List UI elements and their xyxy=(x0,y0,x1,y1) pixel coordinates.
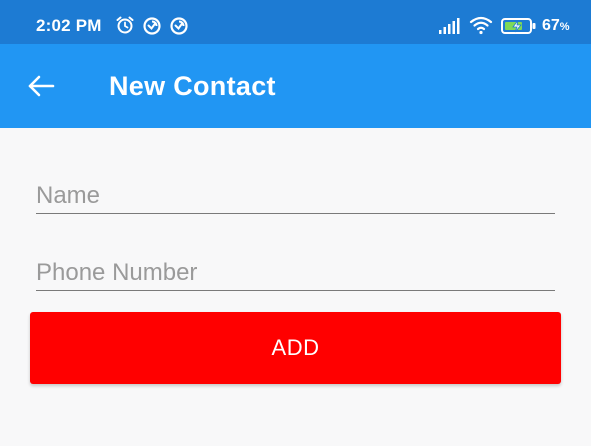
battery-unit: % xyxy=(559,21,570,33)
signal-icon xyxy=(439,18,460,34)
add-button[interactable]: ADD xyxy=(30,312,561,384)
arrow-left-icon xyxy=(28,75,55,97)
page-title: New Contact xyxy=(109,71,276,101)
phone-number-input[interactable] xyxy=(36,247,555,290)
name-field xyxy=(36,170,555,214)
status-bar: 2:02 PM 67% xyxy=(0,0,591,44)
alarm-icon xyxy=(116,16,134,34)
battery-level: 67% xyxy=(542,17,570,35)
phone-field xyxy=(36,247,555,291)
wifi-icon xyxy=(469,16,493,35)
name-input[interactable] xyxy=(36,170,555,213)
data-saver-icon xyxy=(170,17,188,35)
back-button[interactable] xyxy=(22,66,62,106)
app-bar: New Contact xyxy=(0,44,591,128)
status-time: 2:02 PM xyxy=(36,16,102,35)
data-saver-icon xyxy=(143,17,161,35)
battery-value: 67 xyxy=(542,17,560,34)
battery-charging-icon xyxy=(501,18,536,34)
